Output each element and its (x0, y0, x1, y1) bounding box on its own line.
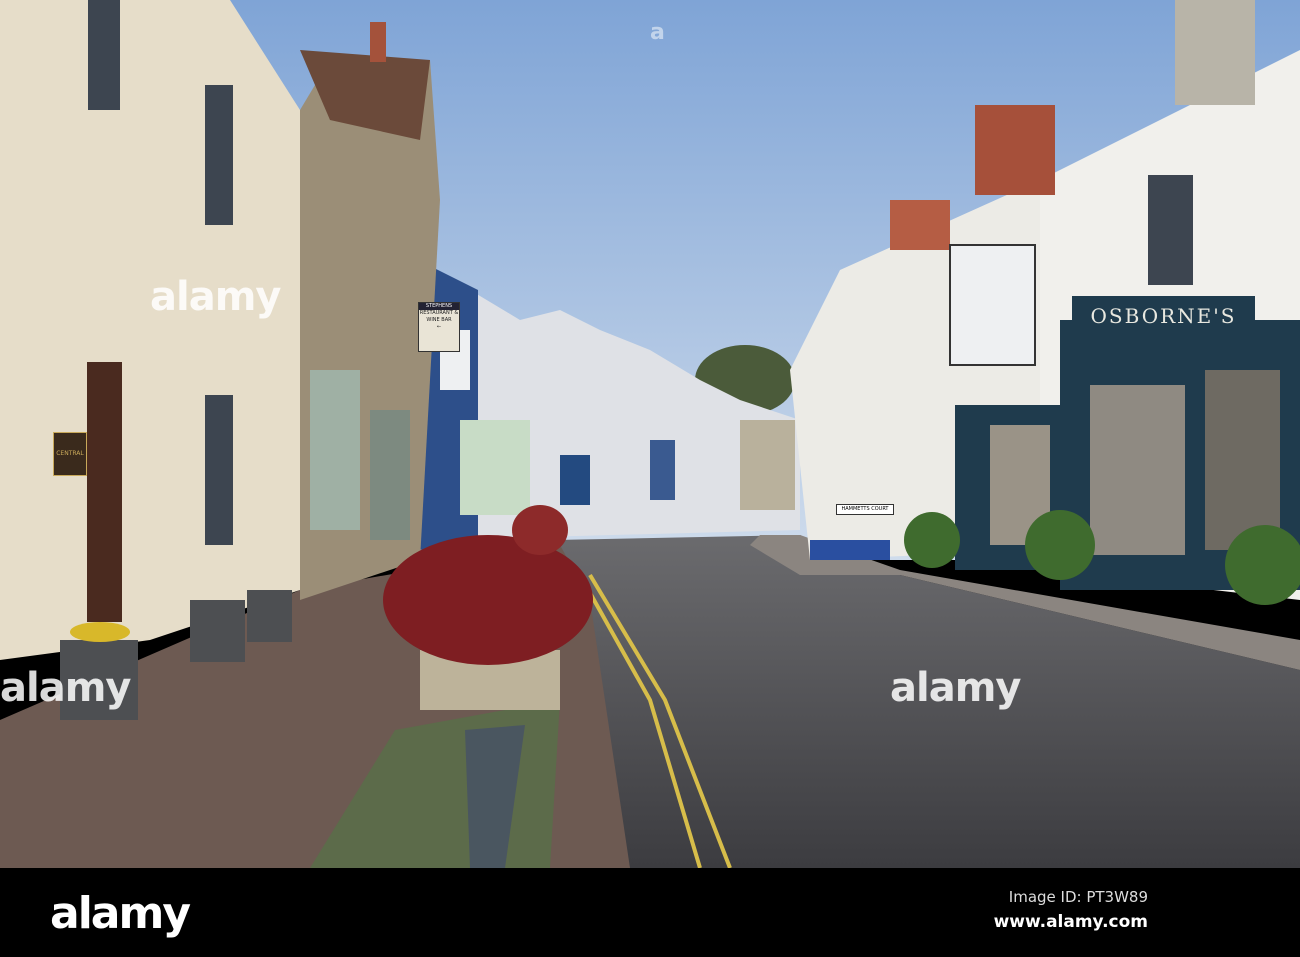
watermark: a (650, 20, 665, 45)
watermark-footer: alamy Image ID: PT3W89 www.alamy.com (0, 868, 1300, 957)
restaurant-sign: STEPHENS RESTAURANT & WINE BAR ← (418, 302, 460, 352)
front-door (87, 362, 122, 622)
arrow-left-icon: ← (436, 324, 442, 330)
street-photo: STEPHENS RESTAURANT & WINE BAR ← OSBORNE… (0, 0, 1300, 868)
website-url: www.alamy.com (993, 912, 1148, 932)
restaurant-sign-name: STEPHENS (419, 303, 459, 310)
stock-photo-frame: STEPHENS RESTAURANT & WINE BAR ← OSBORNE… (0, 0, 1300, 957)
street-scene-illustration (0, 0, 1300, 868)
street-name-sign: HAMMETTS COURT (836, 504, 894, 515)
house-name-plaque: CENTRAL (53, 432, 87, 476)
image-id: Image ID: PT3W89 (1008, 888, 1148, 906)
restaurant-sign-subtitle: RESTAURANT & WINE BAR (419, 310, 459, 323)
watermark: alamy (890, 665, 1021, 711)
watermark: alamy (150, 274, 281, 320)
alamy-logo: alamy (50, 888, 191, 939)
left-house-cream (0, 0, 300, 660)
chimney (370, 22, 386, 62)
shop-name-sign: OSBORNE'S (1072, 296, 1255, 336)
watermark: alamy (0, 665, 131, 711)
chimney-stack (975, 105, 1055, 195)
